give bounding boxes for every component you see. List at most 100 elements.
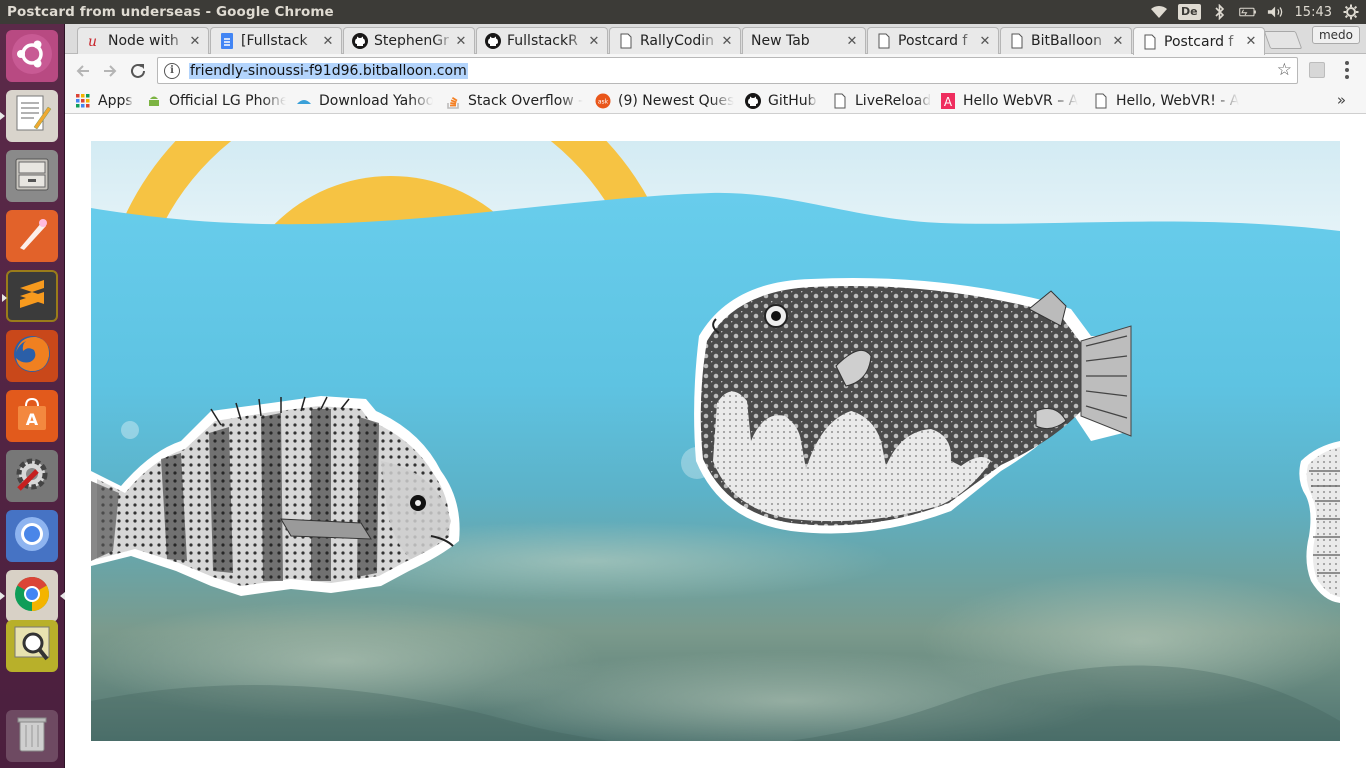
page-icon xyxy=(1093,93,1109,109)
address-bar[interactable]: i friendly-sinoussi-f91d96.bitballoon.co… xyxy=(157,57,1298,84)
tab-bitballoon[interactable]: BitBalloon ✕ xyxy=(1000,27,1132,54)
bookmark-label: Stack Overflow - xyxy=(468,93,583,109)
settings-gear-icon[interactable] xyxy=(1342,4,1360,20)
chrome-tab-strip: u Node with ✕ [Fullstack ✕ StephenGr ✕ F… xyxy=(65,24,1366,55)
file-cabinet-icon xyxy=(12,154,52,198)
pen-tool-icon xyxy=(12,214,52,258)
github-icon xyxy=(352,33,368,49)
new-tab-button[interactable] xyxy=(1263,31,1303,49)
clock[interactable]: 15:43 xyxy=(1295,5,1332,20)
tab-close-icon[interactable]: ✕ xyxy=(978,34,992,49)
tab-close-icon[interactable]: ✕ xyxy=(1244,34,1258,49)
tab-close-icon[interactable]: ✕ xyxy=(720,34,734,49)
launcher-text-editor[interactable] xyxy=(0,90,58,142)
page-icon xyxy=(618,33,634,49)
bookmark-label: Download Yahoo xyxy=(319,93,433,109)
svg-text:ask: ask xyxy=(598,99,609,106)
github-icon xyxy=(485,33,501,49)
bookmark-star-icon[interactable]: ☆ xyxy=(1277,60,1292,80)
launcher-chromium[interactable] xyxy=(6,510,58,562)
bookmark-github[interactable]: GitHub xyxy=(745,91,825,111)
aframe-icon: A xyxy=(940,93,956,109)
text-editor-icon xyxy=(12,93,52,139)
bluetooth-icon[interactable] xyxy=(1211,4,1229,20)
launcher-ubuntu-dash[interactable] xyxy=(6,30,58,82)
bookmark-hello-webvr[interactable]: Hello, WebVR! - A xyxy=(1093,91,1243,111)
bookmark-label: Hello WebVR – A xyxy=(963,93,1079,109)
reload-icon[interactable] xyxy=(126,59,150,83)
forward-arrow-icon[interactable] xyxy=(98,59,122,83)
url-text[interactable]: friendly-sinoussi-f91d96.bitballoon.com xyxy=(189,62,468,79)
tab-label: New Tab xyxy=(751,33,810,49)
tab-fullstackr-github[interactable]: FullstackR ✕ xyxy=(476,27,608,54)
tab-postcard-active[interactable]: Postcard f ✕ xyxy=(1133,27,1265,55)
svg-text:u: u xyxy=(88,34,97,49)
launcher-image-viewer[interactable] xyxy=(6,620,58,672)
tab-close-icon[interactable]: ✕ xyxy=(454,34,468,49)
bookmarks-bar: Apps Official LG Phone Download Yahoo St… xyxy=(65,87,1366,114)
tab-fullstack-doc[interactable]: [Fullstack ✕ xyxy=(210,27,342,54)
bookmark-download-yahoo[interactable]: Download Yahoo xyxy=(296,91,433,111)
bookmarks-overflow-button[interactable]: » xyxy=(1337,91,1346,109)
tab-close-icon[interactable]: ✕ xyxy=(1111,34,1125,49)
page-icon xyxy=(1142,34,1158,50)
tab-label: StephenGr xyxy=(374,33,449,49)
page-viewport xyxy=(65,115,1366,768)
page-icon xyxy=(832,93,848,109)
bookmark-label: Official LG Phone xyxy=(169,93,286,109)
page-icon xyxy=(876,33,892,49)
underwater-postcard xyxy=(91,141,1340,741)
extension-icon[interactable] xyxy=(1309,62,1325,78)
apps-grid-icon xyxy=(75,93,91,109)
wifi-icon[interactable] xyxy=(1150,4,1168,20)
sublime-icon xyxy=(14,274,50,318)
tab-new-tab[interactable]: New Tab ✕ xyxy=(742,27,866,54)
battery-icon[interactable] xyxy=(1238,4,1257,20)
chrome-toolbar: i friendly-sinoussi-f91d96.bitballoon.co… xyxy=(65,54,1366,87)
launcher-system-settings[interactable] xyxy=(6,450,58,502)
bookmark-label: Hello, WebVR! - A xyxy=(1116,93,1240,109)
ubuntu-logo-icon xyxy=(10,32,54,80)
red-script-icon: u xyxy=(86,33,102,49)
tab-label: RallyCodin xyxy=(640,33,715,49)
chrome-icon xyxy=(11,573,53,619)
tab-close-icon[interactable]: ✕ xyxy=(845,34,859,49)
ubuntu-launcher: A xyxy=(0,24,65,768)
back-arrow-icon[interactable] xyxy=(71,59,95,83)
bookmark-label: (9) Newest Ques xyxy=(618,93,735,109)
profile-button[interactable]: medo xyxy=(1311,26,1360,44)
tab-rallycoding[interactable]: RallyCodin ✕ xyxy=(609,27,741,54)
tab-label: [Fullstack xyxy=(241,33,308,49)
chrome-menu-icon[interactable] xyxy=(1340,59,1354,81)
chromium-icon xyxy=(11,513,53,559)
volume-icon[interactable] xyxy=(1267,4,1285,20)
tab-postcard-1[interactable]: Postcard f ✕ xyxy=(867,27,999,54)
bookmark-apps[interactable]: Apps xyxy=(75,91,145,111)
bookmark-label: LiveReload xyxy=(855,93,932,109)
launcher-sublime-text[interactable] xyxy=(2,270,58,322)
launcher-software-center[interactable]: A xyxy=(6,390,58,442)
launcher-google-chrome[interactable] xyxy=(0,570,65,622)
ubuntu-top-panel: Postcard from underseas - Google Chrome … xyxy=(0,0,1366,24)
settings-icon xyxy=(11,453,53,499)
tab-stephengr-github[interactable]: StephenGr ✕ xyxy=(343,27,475,54)
bookmark-stack-overflow[interactable]: Stack Overflow - xyxy=(445,91,583,111)
bookmark-label: GitHub xyxy=(768,93,817,109)
panel-indicators: De 15:43 xyxy=(1150,0,1360,24)
bookmark-hello-webvr-aframe[interactable]: A Hello WebVR – A xyxy=(940,91,1080,111)
bookmark-newest-questions[interactable]: ask (9) Newest Ques xyxy=(595,91,735,111)
tab-close-icon[interactable]: ✕ xyxy=(587,34,601,49)
tab-close-icon[interactable]: ✕ xyxy=(321,34,335,49)
launcher-trash[interactable] xyxy=(6,710,58,762)
keyboard-layout-indicator[interactable]: De xyxy=(1177,4,1201,20)
launcher-inkscape[interactable] xyxy=(6,210,58,262)
bookmark-official-lg-phone[interactable]: Official LG Phone xyxy=(146,91,286,111)
bookmark-livereload[interactable]: LiveReload xyxy=(832,91,942,111)
info-icon[interactable]: i xyxy=(164,62,180,79)
tab-close-icon[interactable]: ✕ xyxy=(188,34,202,49)
google-docs-icon xyxy=(219,33,235,49)
launcher-firefox[interactable] xyxy=(6,330,58,382)
tab-node-with[interactable]: u Node with ✕ xyxy=(77,27,209,54)
launcher-file-manager[interactable] xyxy=(6,150,58,202)
magnifier-icon xyxy=(11,623,53,669)
